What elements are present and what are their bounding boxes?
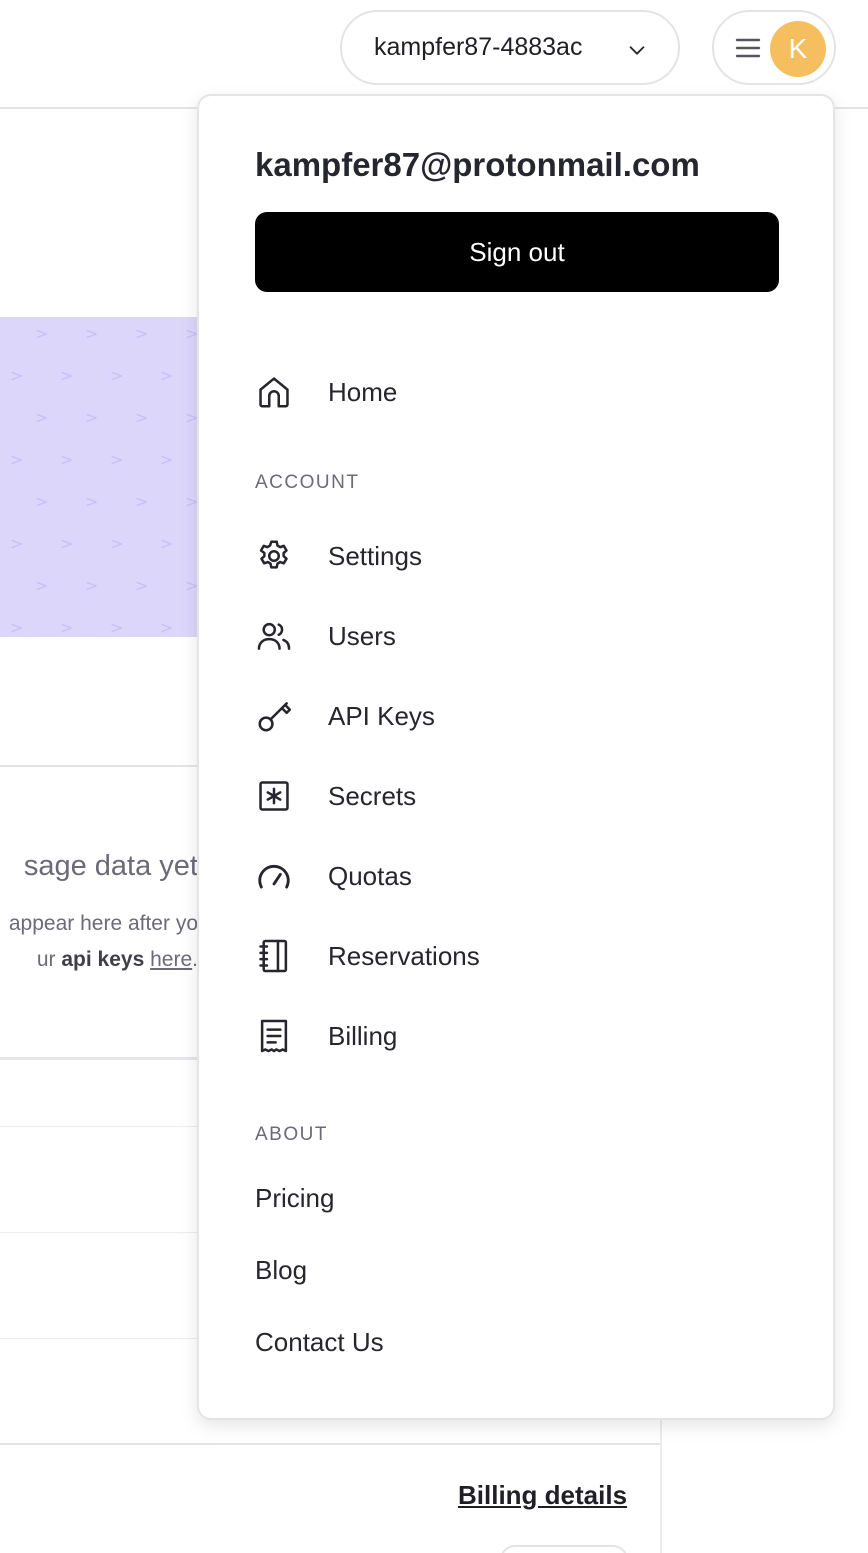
- menu-item-label: Quotas: [328, 860, 412, 891]
- pattern-chevron: >: [160, 534, 173, 553]
- pattern-chevron: >: [110, 366, 123, 385]
- menu-item-label: Home: [328, 376, 398, 407]
- section-heading-about: ABOUT: [255, 1124, 328, 1145]
- empty-state-title: sage data yet: [23, 850, 198, 882]
- api-keys-link[interactable]: here: [150, 948, 192, 971]
- org-name: kampfer87-4883ac: [374, 33, 583, 61]
- menu-item-users[interactable]: Users: [255, 613, 396, 659]
- pattern-chevron: >: [135, 408, 148, 427]
- hamburger-icon: [735, 38, 761, 58]
- pattern-chevron: >: [85, 492, 98, 511]
- avatar-initial: K: [788, 33, 808, 64]
- notebook-icon: [255, 937, 293, 975]
- section-heading-account: ACCOUNT: [255, 472, 360, 493]
- pattern-chevron: >: [160, 366, 173, 385]
- pattern-chevron: >: [10, 534, 23, 553]
- desc-bold: api keys: [61, 948, 145, 971]
- menu-item-label: Settings: [328, 540, 422, 571]
- pattern-chevron: >: [60, 618, 73, 637]
- card-border: [0, 1057, 198, 1060]
- sign-out-button[interactable]: Sign out: [255, 212, 779, 292]
- empty-state-description-2: ur api keys here.: [37, 948, 198, 972]
- pattern-chevron: >: [135, 324, 148, 343]
- org-selector[interactable]: kampfer87-4883ac: [340, 10, 680, 85]
- pattern-chevron: >: [110, 618, 123, 637]
- menu-item-label: Users: [328, 620, 396, 651]
- users-icon: [255, 617, 293, 655]
- hero-banner: >>>>>>>>>>>>>>>>>>>>>>>>>>>>>>>>>>>>>>>>: [0, 317, 198, 637]
- row-divider: [0, 1338, 198, 1339]
- menu-item-label: Reservations: [328, 940, 480, 971]
- pattern-chevron: >: [85, 408, 98, 427]
- pattern-chevron: >: [60, 450, 73, 469]
- pattern-chevron: >: [110, 534, 123, 553]
- menu-item-label: Secrets: [328, 780, 417, 811]
- pattern-chevron: >: [135, 576, 148, 595]
- pattern-chevron: >: [10, 450, 23, 469]
- menu-item-quotas[interactable]: Quotas: [255, 853, 412, 899]
- menu-item-api-keys[interactable]: API Keys: [255, 693, 435, 739]
- gauge-icon: [255, 857, 293, 895]
- pattern-chevron: >: [85, 324, 98, 343]
- billing-details-link[interactable]: Billing details: [458, 1480, 627, 1511]
- pattern-chevron: >: [35, 576, 48, 595]
- pattern-chevron: >: [60, 534, 73, 553]
- pattern-chevron: >: [35, 492, 48, 511]
- menu-item-settings[interactable]: Settings: [255, 533, 422, 579]
- home-icon: [255, 373, 293, 411]
- row-divider: [0, 1232, 198, 1233]
- pattern-chevron: >: [60, 366, 73, 385]
- pattern-chevron: >: [35, 408, 48, 427]
- section-divider: [0, 1443, 660, 1445]
- menu-item-label: Billing: [328, 1020, 398, 1051]
- pattern-chevron: >: [110, 450, 123, 469]
- pattern-chevron: >: [35, 324, 48, 343]
- pattern-chevron: >: [160, 618, 173, 637]
- column-divider: [660, 1418, 662, 1553]
- empty-state-description: appear here after yo: [8, 912, 198, 935]
- menu-item-reservations[interactable]: Reservations: [255, 933, 480, 979]
- pattern-chevron: >: [135, 492, 148, 511]
- chevron-pattern: >>>>>>>>>>>>>>>>>>>>>>>>>>>>>>>>>>>>>>>>: [10, 324, 198, 637]
- menu-item-blog[interactable]: Blog: [255, 1255, 307, 1286]
- account-menu-button[interactable]: K: [712, 10, 836, 85]
- receipt-icon: [255, 1017, 293, 1055]
- asterisk-box-icon: [255, 777, 293, 815]
- partial-button[interactable]: [500, 1545, 628, 1553]
- menu-item-label: API Keys: [328, 700, 435, 731]
- account-dropdown: kampfer87@protonmail.com Sign out Home A…: [197, 94, 835, 1420]
- menu-item-pricing[interactable]: Pricing: [255, 1183, 334, 1214]
- pattern-chevron: >: [85, 576, 98, 595]
- user-email: kampfer87@protonmail.com: [255, 146, 700, 183]
- menu-item-home[interactable]: Home: [255, 369, 397, 415]
- key-icon: [255, 697, 293, 735]
- menu-item-billing[interactable]: Billing: [255, 1013, 397, 1059]
- chevron-down-icon: [629, 46, 645, 55]
- menu-item-secrets[interactable]: Secrets: [255, 773, 416, 819]
- gear-icon: [255, 537, 293, 575]
- pattern-chevron: >: [10, 366, 23, 385]
- menu-item-contact-us[interactable]: Contact Us: [255, 1327, 384, 1358]
- desc-prefix: ur: [36, 948, 62, 971]
- pattern-chevron: >: [10, 618, 23, 637]
- row-divider: [0, 1126, 198, 1127]
- avatar: K: [770, 21, 826, 77]
- card-border: [0, 765, 198, 767]
- pattern-chevron: >: [160, 450, 173, 469]
